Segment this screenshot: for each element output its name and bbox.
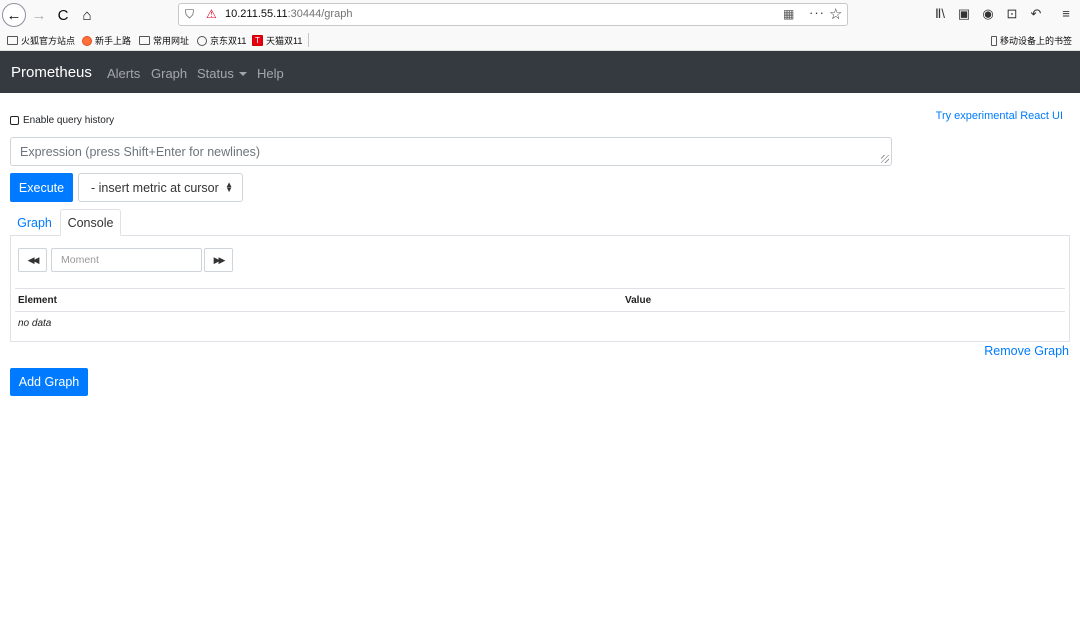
remove-graph-link[interactable]: Remove Graph: [984, 344, 1069, 358]
nav-graph[interactable]: Graph: [151, 66, 187, 81]
no-data-text: no data: [18, 318, 52, 329]
bookmarks-toolbar: 火狐官方站点 新手上路 常用网址 京东双11 T 天猫双11 移动设备上的书签: [0, 30, 1080, 51]
bookmark-star-icon[interactable]: ☆: [829, 5, 842, 23]
bookmark-item[interactable]: 京东双11: [197, 34, 246, 47]
home-icon[interactable]: ⌂: [75, 3, 99, 27]
tmall-icon: T: [252, 35, 263, 46]
tab-graph[interactable]: Graph: [10, 209, 59, 236]
prometheus-navbar: Prometheus Alerts Graph Status Help: [0, 51, 1080, 93]
react-ui-link[interactable]: Try experimental React UI: [936, 110, 1063, 122]
query-history-toggle[interactable]: Enable query history: [10, 115, 114, 126]
url-text[interactable]: 10.211.55.11:30444/graph: [225, 8, 352, 20]
console-panel: ◀◀ Moment ▶▶ Element Value no data: [10, 235, 1070, 342]
more-actions-icon[interactable]: ···: [809, 5, 825, 20]
column-header-element: Element: [18, 295, 57, 306]
bookmark-item[interactable]: 常用网址: [139, 34, 189, 47]
menu-icon[interactable]: ≡: [1057, 6, 1075, 21]
firefox-icon: [82, 35, 92, 46]
nav-status[interactable]: Status: [197, 66, 247, 81]
url-host: 10.211.55.11: [225, 8, 288, 20]
phone-icon: [990, 35, 997, 46]
moment-placeholder: Moment: [61, 254, 99, 266]
browser-toolbar: ← → C ⌂ ⛉ ⚠ 10.211.55.11:30444/graph ▦ ·…: [0, 0, 1080, 30]
sidebar-icon[interactable]: ▣: [955, 6, 973, 22]
fast-forward-icon[interactable]: ▶▶: [204, 248, 233, 272]
undo-icon[interactable]: ↶: [1027, 6, 1045, 22]
url-bar[interactable]: ⛉ ⚠ 10.211.55.11:30444/graph ▦ ··· ☆: [178, 3, 848, 26]
table-divider: [15, 311, 1065, 312]
url-path: :30444/graph: [287, 8, 353, 20]
caret-down-icon: [238, 72, 247, 76]
globe-icon: [197, 35, 207, 46]
back-arrow-icon[interactable]: ←: [2, 3, 26, 27]
mobile-bookmarks-label: 移动设备上的书签: [999, 36, 1072, 46]
bookmark-label: 常用网址: [153, 36, 190, 46]
insecure-lock-icon[interactable]: ⚠: [206, 7, 217, 21]
moment-input[interactable]: Moment: [51, 248, 202, 272]
qr-code-icon[interactable]: ▦: [783, 7, 794, 21]
folder-icon: [7, 36, 18, 45]
shield-icon[interactable]: ⛉: [185, 7, 194, 22]
execute-button[interactable]: Execute: [10, 173, 73, 202]
forward-arrow-icon[interactable]: →: [27, 3, 51, 27]
metric-select[interactable]: - insert metric at cursor ▲ ▼: [78, 173, 243, 202]
bookmark-label: 火狐官方站点: [21, 36, 76, 46]
bookmark-separator: [308, 33, 309, 47]
select-arrows-icon: ▲ ▼: [225, 180, 233, 194]
bookmark-item[interactable]: 新手上路: [82, 34, 131, 47]
add-graph-button[interactable]: Add Graph: [10, 368, 88, 396]
nav-help[interactable]: Help: [257, 66, 284, 81]
bookmark-label: 新手上路: [95, 36, 132, 46]
nav-alerts[interactable]: Alerts: [107, 66, 140, 81]
expression-input[interactable]: Expression (press Shift+Enter for newlin…: [10, 137, 892, 166]
bookmark-label: 天猫双11: [266, 36, 303, 46]
nav-status-label: Status: [197, 66, 234, 81]
rewind-icon[interactable]: ◀◀: [18, 248, 47, 272]
folder-icon: [139, 36, 150, 45]
tab-console[interactable]: Console: [60, 209, 121, 236]
reload-icon[interactable]: C: [51, 3, 75, 27]
mobile-bookmarks[interactable]: 移动设备上的书签: [990, 34, 1072, 47]
bookmark-item[interactable]: 火狐官方站点: [7, 34, 75, 47]
table-divider: [15, 288, 1065, 289]
history-checkbox[interactable]: [10, 116, 19, 125]
bookmark-label: 京东双11: [210, 36, 247, 46]
library-icon[interactable]: Ⅱ\: [931, 6, 949, 22]
history-label: Enable query history: [23, 115, 115, 126]
expression-placeholder: Expression (press Shift+Enter for newlin…: [20, 145, 261, 159]
account-icon[interactable]: ◉: [979, 6, 997, 22]
resize-handle-icon[interactable]: [881, 155, 889, 163]
metric-select-value: - insert metric at cursor: [91, 180, 219, 195]
column-header-value: Value: [625, 295, 652, 306]
screenshot-icon[interactable]: ⊡: [1003, 6, 1021, 22]
brand-logo[interactable]: Prometheus: [11, 64, 92, 81]
bookmark-item[interactable]: T 天猫双11: [252, 34, 302, 47]
